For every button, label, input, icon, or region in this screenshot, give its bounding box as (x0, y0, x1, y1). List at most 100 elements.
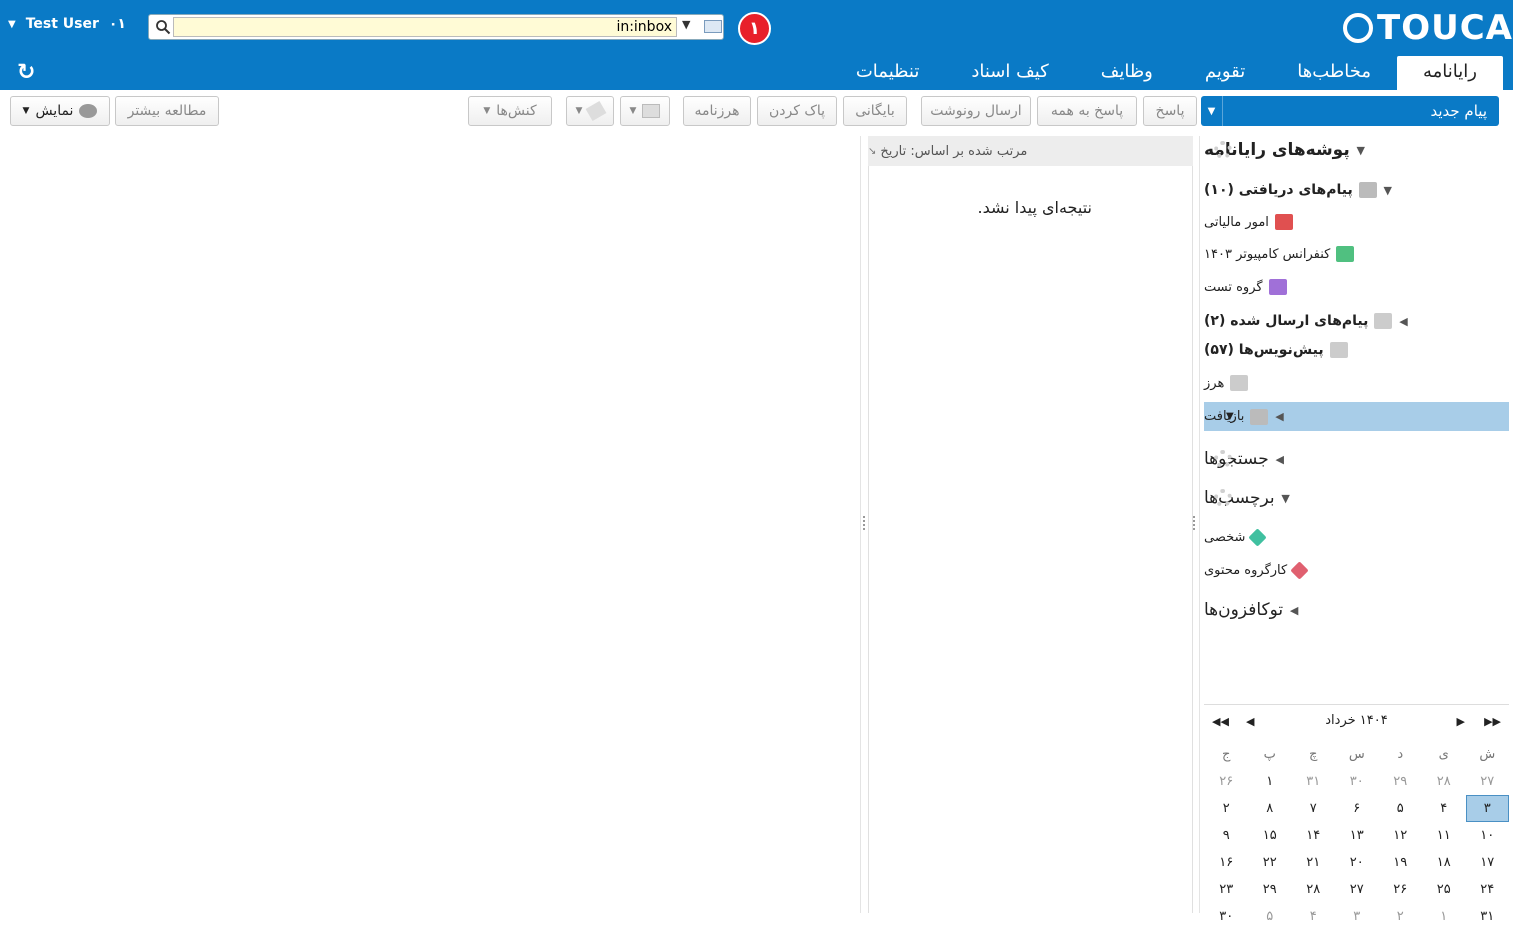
archive-button[interactable]: بایگانی (843, 96, 907, 126)
collapse-arrow-icon[interactable]: ▼ (1377, 184, 1399, 197)
calendar-day[interactable]: ۴ (1292, 909, 1336, 924)
calendar-day[interactable]: ۲۰ (1335, 855, 1379, 870)
tab-calendar[interactable]: تقویم (1179, 56, 1271, 90)
search-input[interactable] (173, 17, 677, 37)
calendar-day[interactable]: ۱۶ (1205, 855, 1249, 870)
expand-arrow-icon[interactable]: ◀ (1283, 604, 1305, 617)
collapse-arrow-icon[interactable]: ▼ (1275, 492, 1297, 505)
calendar-day[interactable]: ۱۸ (1422, 855, 1466, 870)
gear-icon[interactable] (1214, 141, 1232, 159)
tag-button[interactable]: ▼ (566, 96, 614, 126)
resize-handle[interactable] (863, 516, 867, 530)
sort-arrow-icon[interactable]: ↘ (868, 146, 876, 157)
calendar-day[interactable]: ۳ (1335, 909, 1379, 924)
calendar-day[interactable]: ۱۷ (1466, 855, 1510, 870)
calendar-day[interactable]: ۱۱ (1422, 828, 1466, 843)
delete-button[interactable]: پاک کردن (757, 96, 837, 126)
calendar-day[interactable]: ۲۹ (1379, 774, 1423, 789)
calendar-day[interactable]: ۲۲ (1248, 855, 1292, 870)
calendar-day[interactable]: ۲ (1379, 909, 1423, 924)
collapse-arrow-icon[interactable]: ▼ (1350, 144, 1372, 157)
calendar-day[interactable]: ۳ (1465, 795, 1509, 822)
folder-sent[interactable]: ◀ پیام‌های ارسال شده (۲) (1204, 307, 1509, 335)
calendar-day[interactable]: ۴ (1422, 801, 1466, 816)
forward-button[interactable]: ارسال رونوشت (921, 96, 1031, 126)
folder-trash[interactable]: ◀ بازیافت ▼ (1204, 402, 1509, 431)
view-button[interactable]: ▼ نمایش (10, 96, 110, 126)
calendar-day[interactable]: ۲۳ (1205, 882, 1249, 897)
searches-header[interactable]: ◀ جستجوها (1204, 445, 1509, 473)
calendar-day[interactable]: ۲ (1205, 801, 1249, 816)
resize-handle[interactable] (1193, 516, 1197, 530)
refresh-icon[interactable]: ↻ (17, 60, 35, 85)
search-icon[interactable] (155, 19, 171, 35)
label-content-group[interactable]: کارگروه محتوی (1204, 556, 1509, 584)
tab-mail[interactable]: رایانامه (1397, 56, 1503, 90)
tab-contacts[interactable]: مخاطب‌ها (1271, 56, 1397, 90)
chevron-down-icon[interactable]: ▼ (1226, 411, 1234, 422)
calendar-day[interactable]: ۱۴ (1292, 828, 1336, 843)
calendar-day[interactable]: ۳۱ (1466, 909, 1510, 924)
calendar-day[interactable]: ۱۵ (1248, 828, 1292, 843)
gear-icon[interactable] (1214, 450, 1232, 468)
calendar-day[interactable]: ۲۸ (1422, 774, 1466, 789)
folder-tax[interactable]: امور مالیاتی (1204, 208, 1509, 236)
next-year-icon[interactable]: ▶▶ (1484, 715, 1501, 728)
tab-tasks[interactable]: وظایف (1075, 56, 1179, 90)
folder-conference[interactable]: کنفرانس کامپیوتر ۱۴۰۳ (1204, 240, 1509, 268)
calendar-day[interactable]: ۵ (1248, 909, 1292, 924)
actions-button[interactable]: ▼ کنش‌ها (468, 96, 552, 126)
reply-all-button[interactable]: پاسخ به همه (1037, 96, 1137, 126)
folder-drafts[interactable]: پیش‌نویس‌ها (۵۷) (1204, 336, 1509, 364)
pane-divider[interactable] (860, 136, 861, 913)
calendar-day[interactable]: ۲۶ (1205, 774, 1249, 789)
junk-button[interactable]: هرزنامه (683, 96, 751, 126)
print-button[interactable]: ▼ (620, 96, 670, 126)
calendar-day[interactable]: ۲۷ (1335, 882, 1379, 897)
user-menu[interactable]: ▼ Test User ۰۱ (8, 16, 126, 32)
label-personal[interactable]: شخصی (1204, 523, 1509, 551)
calendar-day[interactable]: ۷ (1292, 801, 1336, 816)
calendar-day[interactable]: ۲۸ (1292, 882, 1336, 897)
expand-arrow-icon[interactable]: ◀ (1392, 315, 1414, 328)
calendar-day[interactable]: ۹ (1205, 828, 1249, 843)
next-month-icon[interactable]: ▶ (1457, 715, 1465, 728)
calendar-day[interactable]: ۲۵ (1422, 882, 1466, 897)
calendar-day[interactable]: ۲۷ (1466, 774, 1510, 789)
folder-junk[interactable]: هرز (1204, 369, 1509, 397)
tab-briefcase[interactable]: کیف اسناد (945, 56, 1074, 90)
calendar-day[interactable]: ۳۰ (1205, 909, 1249, 924)
calendar-day[interactable]: ۱۲ (1379, 828, 1423, 843)
labels-header[interactable]: ▼ برچسب‌ها (1204, 484, 1509, 512)
reply-button[interactable]: پاسخ (1143, 96, 1197, 126)
folder-test-group[interactable]: گروه تست (1204, 273, 1509, 301)
mail-folders-header[interactable]: ▼ پوشه‌های رایانامه (1204, 136, 1509, 164)
calendar-day[interactable]: ۲۶ (1379, 882, 1423, 897)
folder-inbox[interactable]: ▼ پیام‌های دریافتی (۱۰) (1204, 176, 1509, 204)
calendar-day[interactable]: ۲۹ (1248, 882, 1292, 897)
search-options-chevron-icon[interactable]: ▼ (682, 18, 690, 31)
calendar-day[interactable]: ۱۰ (1466, 828, 1510, 843)
calendar-day[interactable]: ۲۴ (1466, 882, 1510, 897)
expand-arrow-icon[interactable]: ◀ (1268, 410, 1290, 423)
calendar-day[interactable]: ۶ (1335, 801, 1379, 816)
calendar-day[interactable]: ۱ (1248, 774, 1292, 789)
calendar-day[interactable]: ۱۳ (1335, 828, 1379, 843)
calendar-day[interactable]: ۱۹ (1379, 855, 1423, 870)
addons-header[interactable]: ◀ توکافزون‌ها (1204, 596, 1509, 624)
calendar-day[interactable]: ۳۱ (1292, 774, 1336, 789)
tab-settings[interactable]: تنظیمات (830, 56, 945, 90)
expand-arrow-icon[interactable]: ◀ (1269, 453, 1291, 466)
gear-icon[interactable] (1214, 489, 1232, 507)
mail-icon[interactable] (704, 20, 722, 33)
calendar-day[interactable]: ۱ (1422, 909, 1466, 924)
chevron-down-icon[interactable]: ▼ (1201, 96, 1223, 126)
calendar-day[interactable]: ۲۱ (1292, 855, 1336, 870)
list-sort-header[interactable]: مرتب شده بر اساس: تاریخ ↘ (868, 136, 1193, 166)
read-more-button[interactable]: مطالعه بیشتر (115, 96, 219, 126)
calendar-day[interactable]: ۵ (1379, 801, 1423, 816)
calendar-day[interactable]: ۸ (1248, 801, 1292, 816)
pane-divider[interactable] (1199, 136, 1200, 913)
calendar-day[interactable]: ۳۰ (1335, 774, 1379, 789)
new-message-button[interactable]: ▼ پیام جدید (1201, 96, 1499, 126)
